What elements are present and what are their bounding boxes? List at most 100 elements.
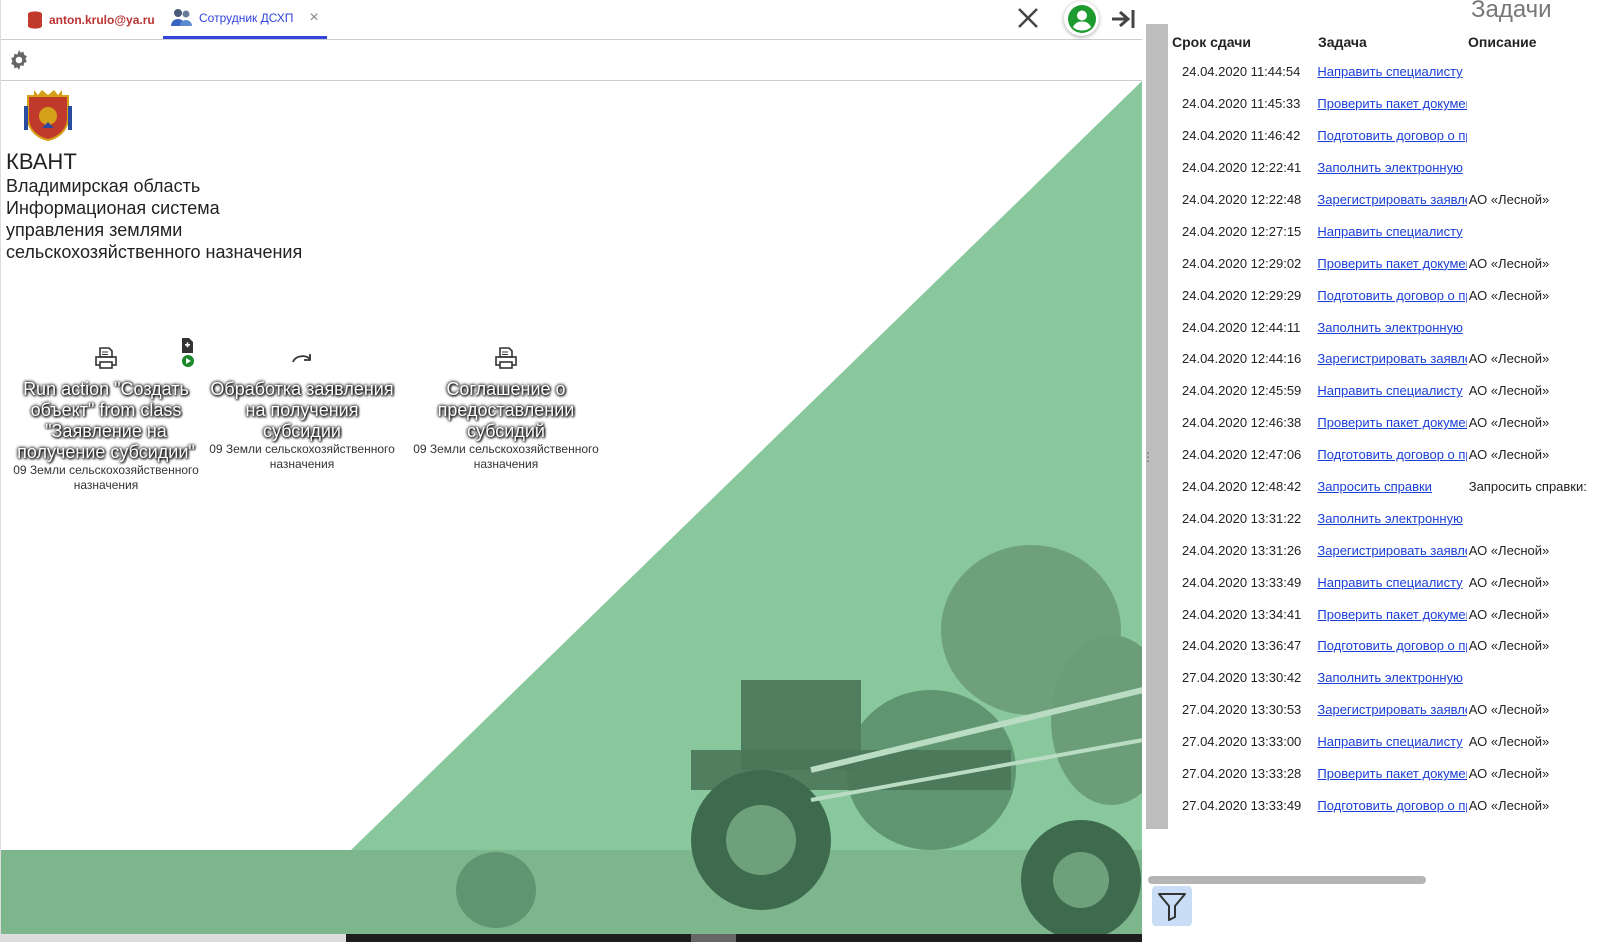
row-description: АО «Лесной» — [1468, 447, 1550, 463]
row-description: АО «Лесной» — [1468, 702, 1550, 718]
filter-button[interactable] — [1152, 886, 1192, 926]
row-task-link[interactable]: Зарегистрировать заявление — [1317, 543, 1466, 558]
table-row[interactable]: 24.04.2020 12:22:41 Заполнить электронну… — [1168, 152, 1601, 184]
row-description: АО «Лесной» — [1468, 383, 1550, 399]
tasks-panel: Задачи Срок сдачи Задача Описание 24.04.… — [1146, 0, 1601, 942]
table-row[interactable]: 24.04.2020 13:36:47 Подготовить договор … — [1168, 630, 1601, 662]
account-button[interactable] — [1064, 1, 1099, 36]
row-due-date: 24.04.2020 13:31:26 — [1182, 542, 1302, 558]
row-due-date: 24.04.2020 13:33:49 — [1182, 574, 1302, 590]
table-row[interactable]: 27.04.2020 13:33:49 Подготовить договор … — [1168, 789, 1601, 821]
tile-create-subsidy-application[interactable]: Run action "Создать объект" from class "… — [11, 338, 201, 493]
column-header-task[interactable]: Задача — [1318, 34, 1468, 50]
gear-icon[interactable] — [9, 50, 29, 70]
tab-staff-dschp[interactable]: Сотрудник ДСХП × — [163, 0, 327, 39]
table-row[interactable]: 24.04.2020 13:31:22 Заполнить электронну… — [1168, 502, 1601, 534]
tasks-table: Срок сдачи Задача Описание 24.04.2020 11… — [1168, 28, 1601, 821]
row-task-link[interactable]: Подготовить договор о предоставлении — [1317, 447, 1466, 462]
table-row[interactable]: 24.04.2020 12:29:29 Подготовить договор … — [1168, 279, 1601, 311]
table-row[interactable]: 24.04.2020 13:31:26 Зарегистрировать зая… — [1168, 534, 1601, 566]
toolbar — [1, 40, 1142, 81]
row-task-link[interactable]: Направить специалисту — [1317, 734, 1462, 749]
main-workspace: anton.krulo@ya.ru Сотрудник ДСХП × КВАНТ… — [0, 0, 1142, 942]
row-due-date: 27.04.2020 13:30:53 — [1182, 702, 1302, 718]
tab-user-account[interactable]: anton.krulo@ya.ru — [27, 0, 155, 39]
row-task-link[interactable]: Подготовить договор о предоставлении — [1317, 798, 1466, 813]
scrollbar-thumb[interactable] — [691, 934, 736, 942]
users-icon — [171, 9, 192, 26]
tile-subtitle: 09 Земли сельскохозяйственного назначени… — [209, 442, 395, 471]
row-description: АО «Лесной» — [1468, 351, 1550, 367]
bottom-scrollbar[interactable] — [1, 934, 1142, 942]
table-row[interactable]: 24.04.2020 12:27:15 Направить специалист… — [1168, 215, 1601, 247]
table-row[interactable]: 24.04.2020 11:44:54 Направить специалист… — [1168, 56, 1601, 88]
table-row[interactable]: 27.04.2020 13:33:00 Направить специалист… — [1168, 726, 1601, 758]
row-task-link[interactable]: Зарегистрировать заявление — [1317, 702, 1466, 717]
row-due-date: 24.04.2020 12:27:15 — [1182, 223, 1302, 239]
row-task-link[interactable]: Проверить пакет документов — [1317, 256, 1466, 271]
row-task-link[interactable]: Проверить пакет документов — [1317, 96, 1466, 111]
row-due-date: 24.04.2020 11:44:54 — [1182, 64, 1301, 80]
table-row[interactable]: 24.04.2020 12:47:06 Подготовить договор … — [1168, 439, 1601, 471]
column-header-description[interactable]: Описание — [1468, 34, 1601, 50]
row-task-link[interactable]: Проверить пакет документов — [1317, 766, 1466, 781]
row-task-link[interactable]: Подготовить договор о предоставлении — [1317, 638, 1466, 653]
tile-subtitle: 09 Земли сельскохозяйственного назначени… — [13, 463, 199, 492]
row-due-date: 27.04.2020 13:30:42 — [1182, 670, 1302, 686]
row-description: АО «Лесной» — [1468, 606, 1550, 622]
table-row[interactable]: 24.04.2020 12:45:59 Направить специалист… — [1168, 375, 1601, 407]
tile-subsidy-agreement[interactable]: Соглашение о предоставлении субсидий 09 … — [411, 346, 601, 472]
row-task-link[interactable]: Запросить справки — [1317, 479, 1432, 494]
row-task-link[interactable]: Заполнить электронную — [1317, 320, 1462, 335]
row-due-date: 24.04.2020 13:34:41 — [1182, 606, 1302, 622]
printer-icon — [95, 347, 117, 369]
row-task-link[interactable]: Направить специалисту — [1317, 383, 1462, 398]
row-task-link[interactable]: Подготовить договор о предоставлении — [1317, 128, 1466, 143]
system-name-line-1: Информационая система — [6, 198, 220, 218]
region-crest-logo — [24, 90, 72, 142]
row-task-link[interactable]: Зарегистрировать заявление — [1317, 192, 1466, 207]
close-icon[interactable] — [1014, 4, 1042, 32]
table-row[interactable]: 24.04.2020 12:44:11 Заполнить электронну… — [1168, 311, 1601, 343]
table-row[interactable]: 27.04.2020 13:30:42 Заполнить электронну… — [1168, 662, 1601, 694]
row-task-link[interactable]: Заполнить электронную — [1317, 670, 1462, 685]
row-task-link[interactable]: Направить специалисту — [1317, 224, 1462, 239]
row-due-date: 24.04.2020 12:45:59 — [1182, 383, 1302, 399]
row-task-link[interactable]: Проверить пакет документов — [1317, 415, 1466, 430]
table-row[interactable]: 27.04.2020 13:33:28 Проверить пакет доку… — [1168, 758, 1601, 790]
row-description: АО «Лесной» — [1468, 287, 1550, 303]
table-row[interactable]: 24.04.2020 12:22:48 Зарегистрировать зая… — [1168, 184, 1601, 216]
table-row[interactable]: 24.04.2020 12:29:02 Проверить пакет доку… — [1168, 247, 1601, 279]
row-due-date: 24.04.2020 12:48:42 — [1182, 479, 1302, 495]
table-row[interactable]: 27.04.2020 13:30:53 Зарегистрировать зая… — [1168, 694, 1601, 726]
row-task-link[interactable]: Заполнить электронную — [1317, 511, 1462, 526]
row-task-link[interactable]: Зарегистрировать заявление — [1317, 351, 1466, 366]
table-row[interactable]: 24.04.2020 12:46:38 Проверить пакет доку… — [1168, 407, 1601, 439]
tile-process-subsidy-application[interactable]: Обработка заявления на получения субсиди… — [207, 346, 397, 472]
panel-splitter-handle[interactable]: ⋮ — [1142, 450, 1154, 470]
database-icon — [28, 10, 42, 29]
table-row[interactable]: 24.04.2020 13:33:49 Направить специалист… — [1168, 566, 1601, 598]
brand-block: КВАНТ Владимирская область Информационая… — [6, 86, 302, 263]
table-row[interactable]: 24.04.2020 11:46:42 Подготовить договор … — [1168, 120, 1601, 152]
tile-subtitle: 09 Земли сельскохозяйственного назначени… — [413, 442, 599, 471]
collapse-right-icon[interactable] — [1109, 6, 1137, 32]
table-row[interactable]: 24.04.2020 12:44:16 Зарегистрировать зая… — [1168, 343, 1601, 375]
horizontal-scrollbar[interactable] — [1148, 876, 1426, 884]
tab-close-icon[interactable]: × — [309, 9, 318, 27]
row-task-link[interactable]: Направить специалисту — [1317, 64, 1462, 79]
row-task-link[interactable]: Проверить пакет документов — [1317, 607, 1466, 622]
row-description: АО «Лесной» — [1468, 638, 1550, 654]
row-task-link[interactable]: Заполнить электронную — [1317, 160, 1462, 175]
filter-icon — [1158, 893, 1186, 921]
table-row[interactable]: 24.04.2020 13:34:41 Проверить пакет доку… — [1168, 598, 1601, 630]
row-task-link[interactable]: Направить специалисту — [1317, 575, 1462, 590]
column-header-due-date[interactable]: Срок сдачи — [1168, 34, 1318, 50]
row-description: АО «Лесной» — [1468, 766, 1550, 782]
row-selector-strip[interactable] — [1146, 24, 1168, 829]
row-task-link[interactable]: Подготовить договор о предоставлении — [1317, 288, 1466, 303]
region-name: Владимирская область — [6, 176, 201, 196]
table-row[interactable]: 24.04.2020 12:48:42 Запросить справки За… — [1168, 471, 1601, 503]
row-description: АО «Лесной» — [1468, 255, 1550, 271]
table-row[interactable]: 24.04.2020 11:45:33 Проверить пакет доку… — [1168, 88, 1601, 120]
